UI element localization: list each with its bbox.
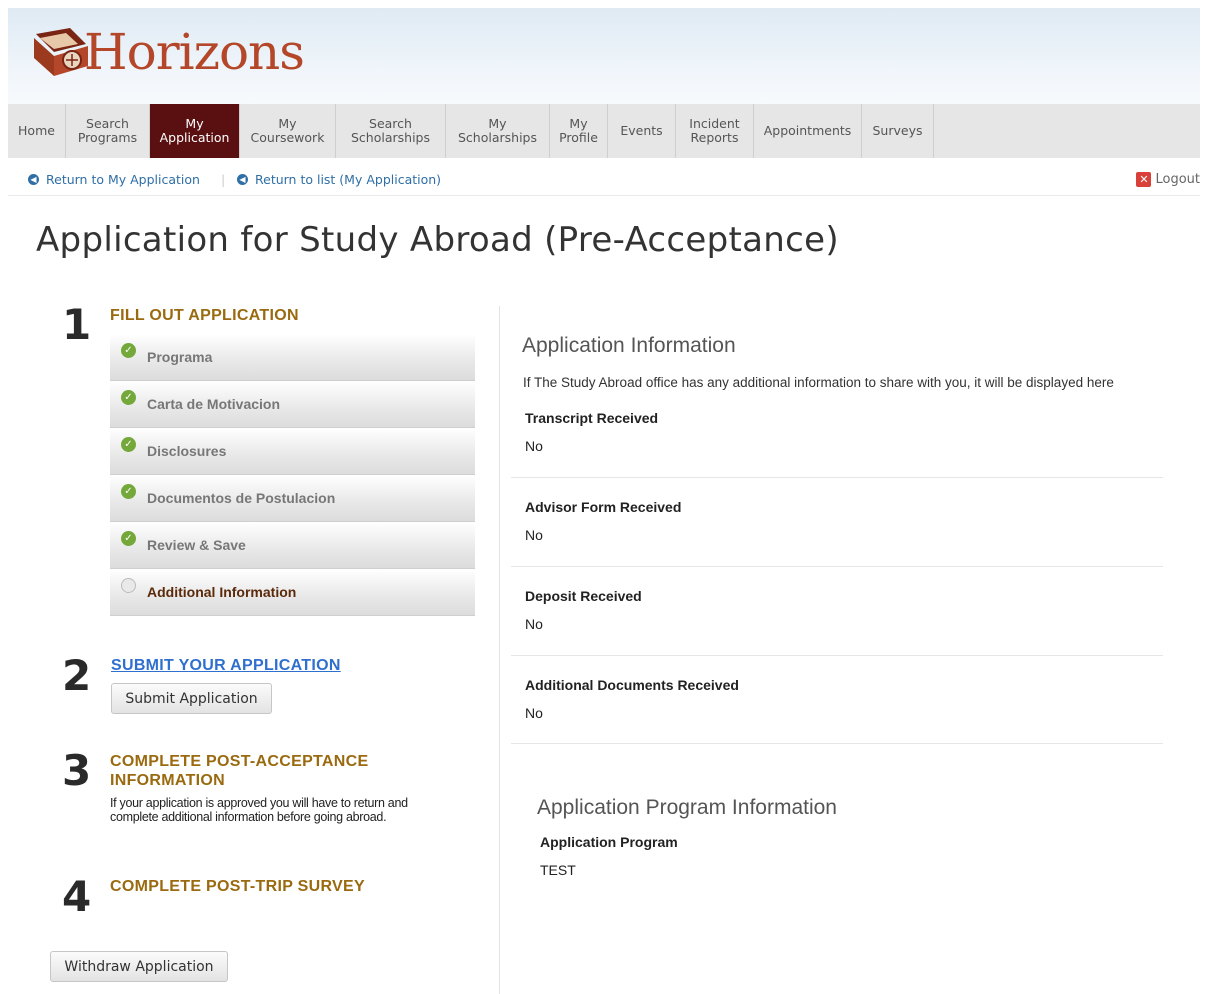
nav-item-search-scholarships[interactable]: Search Scholarships <box>336 104 446 158</box>
divider <box>511 566 1163 567</box>
nav-item-my-profile[interactable]: My Profile <box>550 104 608 158</box>
section-item[interactable]: ✓ Programa <box>110 334 475 381</box>
field-label: Application Program <box>540 834 678 850</box>
nav-item-home[interactable]: Home <box>8 104 66 158</box>
nav-item-my-scholarships[interactable]: My Scholarships <box>446 104 550 158</box>
step-number: 4 <box>62 872 92 921</box>
arrow-left-icon: ◀ <box>28 174 39 185</box>
breadcrumb-bar: ◀ Return to My Application | ◀ Return to… <box>8 166 1200 196</box>
arrow-left-icon: ◀ <box>237 174 248 185</box>
step-description: If your application is approved you will… <box>110 796 408 824</box>
divider <box>511 743 1163 744</box>
section-item[interactable]: ✓ Disclosures <box>110 428 475 475</box>
book-emblem-icon <box>30 24 92 80</box>
close-icon: ✕ <box>1136 172 1152 187</box>
application-info-heading: Application Information <box>522 334 736 357</box>
section-item-label: Documentos de Postulacion <box>147 490 336 506</box>
brand-name: Horizons <box>84 23 305 81</box>
empty-circle-icon <box>121 578 136 593</box>
column-divider <box>499 306 500 994</box>
field-label: Advisor Form Received <box>525 499 682 515</box>
nav-item-my-application[interactable]: My Application <box>150 104 240 158</box>
section-item[interactable]: Additional Information <box>110 569 475 616</box>
step-heading: COMPLETE POST-ACCEPTANCE <box>110 753 369 770</box>
logo[interactable]: Horizons <box>30 23 305 81</box>
logout-button[interactable]: ✕ Logout <box>1136 172 1200 187</box>
section-item-label: Additional Information <box>147 584 297 600</box>
step-number: 2 <box>62 651 92 700</box>
check-circle-icon: ✓ <box>121 531 136 546</box>
return-to-list-link[interactable]: ◀ Return to list (My Application) <box>237 172 441 187</box>
step-heading: FILL OUT APPLICATION <box>110 307 299 324</box>
field-value: No <box>525 438 543 454</box>
step-number: 3 <box>62 746 92 795</box>
nav-item-events[interactable]: Events <box>608 104 676 158</box>
logout-label: Logout <box>1155 172 1200 187</box>
section-item[interactable]: ✓ Carta de Motivacion <box>110 381 475 428</box>
program-info-heading: Application Program Information <box>537 796 837 819</box>
check-circle-icon: ✓ <box>121 343 136 358</box>
return-to-list-label: Return to list (My Application) <box>255 172 442 187</box>
section-item-label: Review & Save <box>147 537 246 553</box>
check-circle-icon: ✓ <box>121 390 136 405</box>
section-item-label: Disclosures <box>147 443 227 459</box>
field-value: TEST <box>540 862 576 878</box>
field-value: No <box>525 527 543 543</box>
header-banner: Horizons <box>8 8 1200 104</box>
submit-application-button[interactable]: Submit Application <box>111 683 272 714</box>
check-circle-icon: ✓ <box>121 484 136 499</box>
field-label: Deposit Received <box>525 588 642 604</box>
nav-item-my-coursework[interactable]: My Coursework <box>240 104 336 158</box>
submit-application-link[interactable]: SUBMIT YOUR APPLICATION <box>111 657 341 675</box>
nav-item-search-programs[interactable]: Search Programs <box>66 104 150 158</box>
field-label: Additional Documents Received <box>525 677 739 693</box>
step-heading: INFORMATION <box>110 772 225 789</box>
field-value: No <box>525 705 543 721</box>
check-circle-icon: ✓ <box>121 437 136 452</box>
field-value: No <box>525 616 543 632</box>
section-item-label: Carta de Motivacion <box>147 396 281 412</box>
nav-item-appointments[interactable]: Appointments <box>754 104 862 158</box>
return-to-application-label: Return to My Application <box>46 172 200 187</box>
step-number: 1 <box>62 300 92 349</box>
withdraw-application-button[interactable]: Withdraw Application <box>50 951 228 982</box>
application-info-description: If The Study Abroad office has any addit… <box>523 375 1114 390</box>
nav-item-surveys[interactable]: Surveys <box>862 104 934 158</box>
divider <box>511 477 1163 478</box>
separator: | <box>221 172 226 187</box>
step-heading: COMPLETE POST-TRIP SURVEY <box>110 878 365 895</box>
page-title: Application for Study Abroad (Pre-Accept… <box>36 220 839 260</box>
section-item[interactable]: ✓ Documentos de Postulacion <box>110 475 475 522</box>
nav-item-incident-reports[interactable]: Incident Reports <box>676 104 754 158</box>
return-to-application-link[interactable]: ◀ Return to My Application <box>28 172 200 187</box>
main-nav: Home Search Programs My Application My Cour… <box>8 104 1200 158</box>
divider <box>511 655 1163 656</box>
application-sections: ✓ Programa ✓ Carta de Motivacion ✓ Disclosure… <box>110 334 475 616</box>
section-item[interactable]: ✓ Review & Save <box>110 522 475 569</box>
field-label: Transcript Received <box>525 410 659 426</box>
section-item-label: Programa <box>147 349 213 365</box>
